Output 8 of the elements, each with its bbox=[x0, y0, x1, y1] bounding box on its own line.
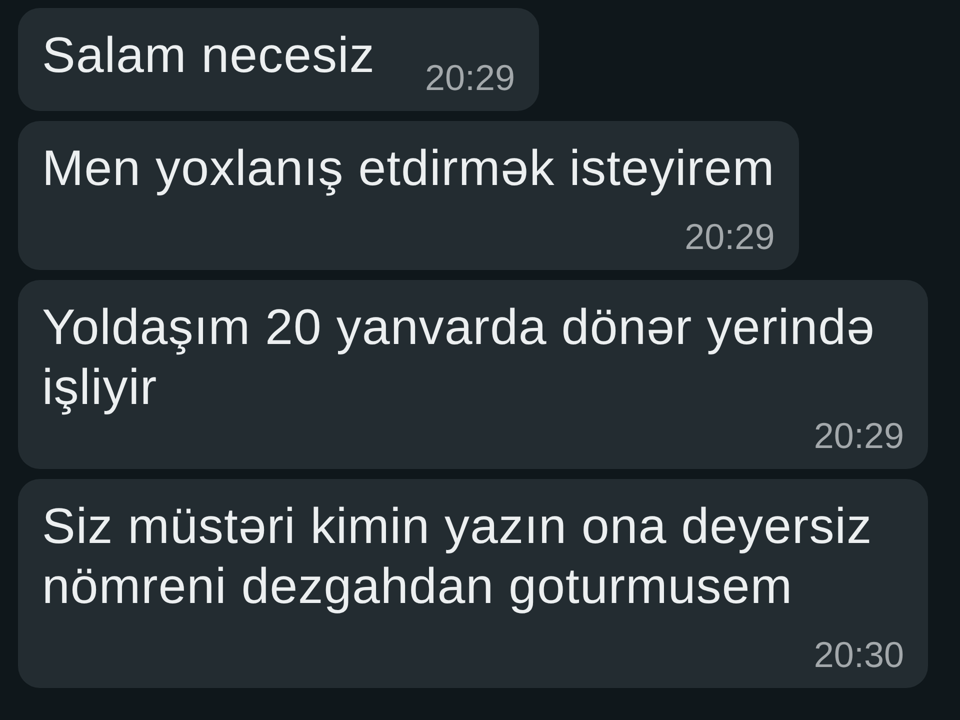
message-time: 20:29 bbox=[424, 59, 516, 97]
message-text: Salam necesiz bbox=[42, 26, 375, 85]
message-text: Siz müstəri kimin yazın ona deyersiz nömreni dezgahdan goturmusem bbox=[42, 497, 874, 616]
message-time: 20:30 bbox=[814, 636, 904, 674]
message-time: 20:29 bbox=[814, 417, 904, 455]
message-text: Men yoxlanış etdirmək isteyirem bbox=[42, 139, 775, 198]
message-text: Yoldaşım 20 yanvarda dönər yerində işliyir bbox=[42, 298, 876, 417]
message-time: 20:29 bbox=[684, 218, 775, 256]
